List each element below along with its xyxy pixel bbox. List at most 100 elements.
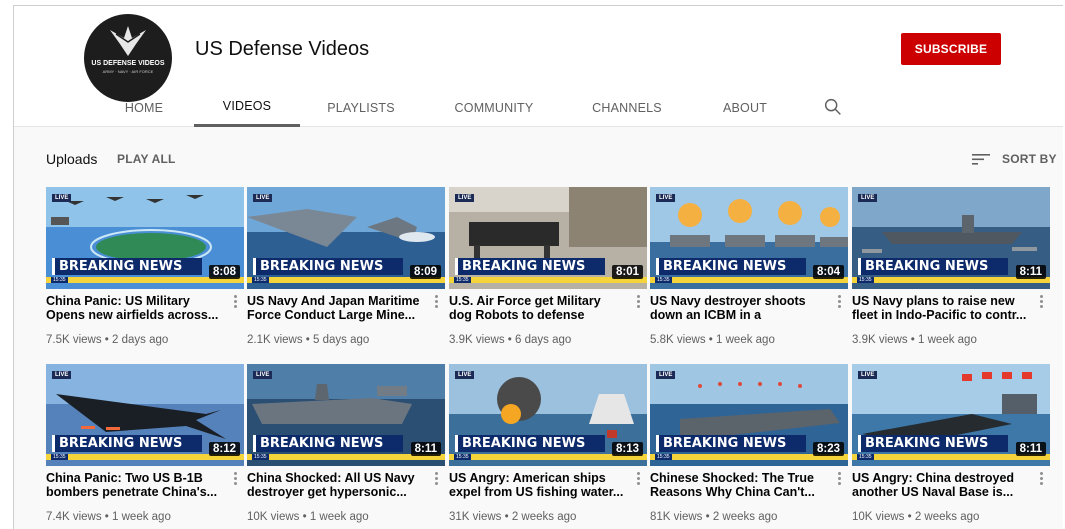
tab-home[interactable]: HOME	[114, 88, 174, 127]
video-thumbnail[interactable]: LIVE BREAKING NEWS 15:35 8:01	[449, 187, 647, 289]
subscribe-button[interactable]: SUBSCRIBE	[901, 33, 1001, 65]
video-meta: US Navy destroyer shoots down an ICBM in…	[650, 294, 848, 346]
video-card[interactable]: LIVE BREAKING NEWS 15:35 8:08 China Panic: U…	[46, 187, 244, 346]
video-stats: 7.4K views • 1 week ago	[46, 511, 171, 523]
sort-by-button[interactable]: SORT BY	[972, 149, 1057, 169]
video-title[interactable]: China Panic: Two US B-1B bombers penetra…	[46, 471, 221, 499]
video-duration: 8:11	[1015, 442, 1046, 456]
video-stats: 5.8K views • 1 week ago	[650, 334, 775, 346]
video-thumbnail[interactable]: LIVE BREAKING NEWS 15:35 8:04	[650, 187, 848, 289]
video-stats: 81K views • 2 weeks ago	[650, 511, 778, 523]
video-meta: US Angry: China destroyed another US Nav…	[852, 471, 1050, 523]
video-meta: China Panic: US Military Opens new airfi…	[46, 294, 244, 346]
video-duration: 8:23	[812, 442, 844, 456]
more-options-icon[interactable]	[232, 471, 238, 487]
live-tag: LIVE	[52, 371, 72, 379]
video-duration: 8:09	[409, 265, 441, 279]
video-title[interactable]: China Panic: US Military Opens new airfi…	[46, 294, 221, 322]
more-options-icon[interactable]	[232, 294, 238, 310]
ticker-clock: 15:35	[655, 454, 672, 460]
video-meta: China Shocked: All US Navy destroyer get…	[247, 471, 445, 523]
video-thumbnail[interactable]: LIVE BREAKING NEWS 15:35 8:13	[449, 364, 647, 466]
video-stats: 2.1K views • 5 days ago	[247, 334, 370, 346]
video-card[interactable]: LIVE BREAKING NEWS 15:35 8:11 US Angry: Chin…	[852, 364, 1050, 523]
video-card[interactable]: LIVE BREAKING NEWS 15:35 8:23 Chinese Shocke…	[650, 364, 848, 523]
video-card[interactable]: LIVE BREAKING NEWS 15:35 8:11 US Navy plans …	[852, 187, 1050, 346]
video-meta: US Navy plans to raise new fleet in Indo…	[852, 294, 1050, 346]
video-thumbnail[interactable]: LIVE BREAKING NEWS 15:35 8:11	[852, 187, 1050, 289]
play-all-button[interactable]: PLAY ALL	[117, 152, 176, 166]
tab-playlists[interactable]: PLAYLISTS	[320, 88, 402, 127]
breaking-news-banner: BREAKING NEWS	[656, 258, 806, 275]
video-stats: 7.5K views • 2 days ago	[46, 334, 169, 346]
channel-page: US DEFENSE VIDEOS ARMY · NAVY · AIR FORC…	[13, 5, 1063, 529]
video-card[interactable]: LIVE BREAKING NEWS 15:35 8:11 China Shocked:…	[247, 364, 445, 523]
more-options-icon[interactable]	[433, 471, 439, 487]
tab-community[interactable]: COMMUNITY	[446, 88, 542, 127]
live-tag: LIVE	[253, 371, 273, 379]
video-thumbnail[interactable]: LIVE BREAKING NEWS 15:35 8:12	[46, 364, 244, 466]
video-duration: 8:13	[611, 442, 643, 456]
breaking-news-banner: BREAKING NEWS	[455, 258, 605, 275]
video-title[interactable]: US Navy destroyer shoots down an ICBM in…	[650, 294, 825, 322]
more-options-icon[interactable]	[433, 294, 439, 310]
tab-channels[interactable]: CHANNELS	[586, 88, 668, 127]
video-duration: 8:11	[410, 442, 441, 456]
video-title[interactable]: US Angry: American ships expel from US f…	[449, 471, 624, 499]
ticker-clock: 15:35	[51, 277, 68, 283]
ticker-clock: 15:35	[51, 454, 68, 460]
video-duration: 8:12	[208, 442, 240, 456]
video-duration: 8:08	[208, 265, 240, 279]
video-card[interactable]: LIVE BREAKING NEWS 15:35 8:12 China Panic: T…	[46, 364, 244, 523]
video-meta: Chinese Shocked: The True Reasons Why Ch…	[650, 471, 848, 523]
video-title[interactable]: Chinese Shocked: The True Reasons Why Ch…	[650, 471, 825, 499]
video-title[interactable]: China Shocked: All US Navy destroyer get…	[247, 471, 422, 499]
more-options-icon[interactable]	[635, 471, 641, 487]
tab-about[interactable]: ABOUT	[714, 88, 776, 127]
video-duration: 8:01	[611, 265, 643, 279]
video-duration: 8:11	[1015, 265, 1046, 279]
video-thumbnail[interactable]: LIVE BREAKING NEWS 15:35 8:23	[650, 364, 848, 466]
more-options-icon[interactable]	[1038, 294, 1044, 310]
video-card[interactable]: LIVE BREAKING NEWS 15:35 8:09 US Navy And Ja…	[247, 187, 445, 346]
ticker-clock: 15:35	[454, 277, 471, 283]
uploads-title: Uploads	[46, 151, 98, 167]
video-title[interactable]: US Angry: China destroyed another US Nav…	[852, 471, 1027, 499]
video-card[interactable]: LIVE BREAKING NEWS 15:35 8:04 US Navy destro…	[650, 187, 848, 346]
video-thumbnail[interactable]: LIVE BREAKING NEWS 15:35 8:11	[852, 364, 1050, 466]
uploads-header: Uploads PLAY ALL SORT BY	[14, 127, 1063, 187]
video-title[interactable]: US Navy And Japan Maritime Force Conduct…	[247, 294, 422, 322]
video-stats: 10K views • 1 week ago	[247, 511, 369, 523]
more-options-icon[interactable]	[1038, 471, 1044, 487]
video-stats: 3.9K views • 6 days ago	[449, 334, 572, 346]
video-thumbnail[interactable]: LIVE BREAKING NEWS 15:35 8:11	[247, 364, 445, 466]
ticker-clock: 15:35	[454, 454, 471, 460]
video-title[interactable]: U.S. Air Force get Military dog Robots t…	[449, 294, 624, 322]
more-options-icon[interactable]	[836, 294, 842, 310]
video-stats: 31K views • 2 weeks ago	[449, 511, 577, 523]
video-card[interactable]: LIVE BREAKING NEWS 15:35 8:01 U.S. Air Force…	[449, 187, 647, 346]
video-card[interactable]: LIVE BREAKING NEWS 15:35 8:13 US Angry: Amer…	[449, 364, 647, 523]
video-meta: US Navy And Japan Maritime Force Conduct…	[247, 294, 445, 346]
video-meta: China Panic: Two US B-1B bombers penetra…	[46, 471, 244, 523]
ticker-clock: 15:35	[857, 454, 874, 460]
live-tag: LIVE	[858, 194, 878, 202]
breaking-news-banner: BREAKING NEWS	[253, 435, 403, 452]
sort-icon	[972, 154, 990, 165]
live-tag: LIVE	[455, 194, 475, 202]
channel-header: US DEFENSE VIDEOS ARMY · NAVY · AIR FORC…	[14, 6, 1063, 127]
video-thumbnail[interactable]: LIVE BREAKING NEWS 15:35 8:08	[46, 187, 244, 289]
breaking-news-banner: BREAKING NEWS	[253, 258, 403, 275]
more-options-icon[interactable]	[635, 294, 641, 310]
more-options-icon[interactable]	[836, 471, 842, 487]
tab-videos[interactable]: VIDEOS	[194, 88, 300, 127]
video-thumbnail[interactable]: LIVE BREAKING NEWS 15:35 8:09	[247, 187, 445, 289]
ticker-clock: 15:35	[252, 277, 269, 283]
breaking-news-banner: BREAKING NEWS	[656, 435, 806, 452]
video-title[interactable]: US Navy plans to raise new fleet in Indo…	[852, 294, 1027, 322]
live-tag: LIVE	[52, 194, 72, 202]
sort-by-label: SORT BY	[1002, 152, 1057, 166]
channel-logo-text: US DEFENSE VIDEOS	[91, 60, 165, 67]
channel-search-icon[interactable]	[822, 96, 846, 120]
eagle-logo-icon	[110, 26, 146, 56]
